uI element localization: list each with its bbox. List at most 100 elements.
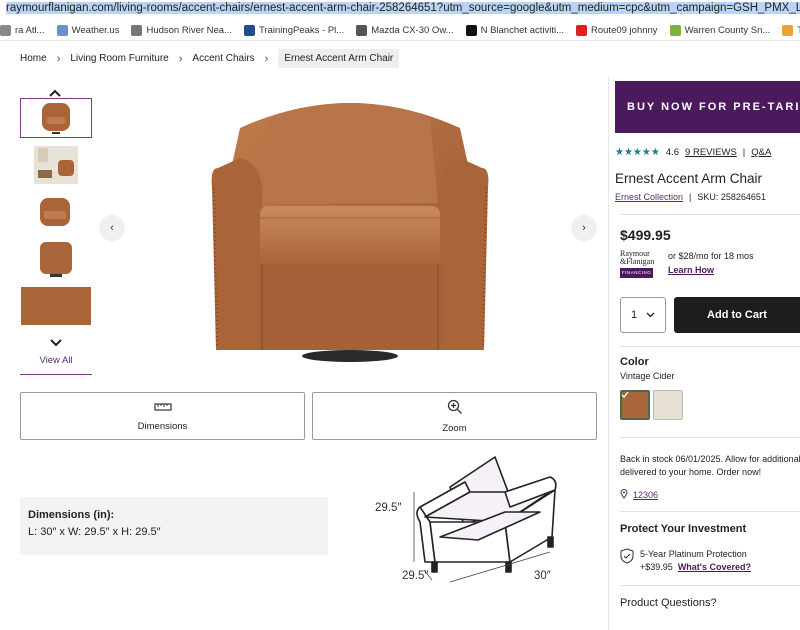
collection-link[interactable]: Ernest Collection [615, 192, 683, 202]
bookmark-label: ra Atl... [15, 25, 45, 36]
thumbnail-list [20, 98, 92, 353]
chevron-right-icon: › [178, 52, 183, 65]
bookmark-item[interactable]: N Blanchet activiti... [465, 25, 564, 36]
bookmark-item[interactable]: Warren County Sn... [669, 25, 771, 36]
promo-banner[interactable]: BUY NOW FOR PRE-TARIFF PRICES [615, 81, 800, 133]
bookmark-label: Hudson River Nea... [146, 25, 233, 36]
chevron-left-icon: ‹ [110, 222, 114, 234]
check-icon [621, 391, 629, 399]
globe-icon [0, 25, 11, 36]
divider: | [742, 147, 746, 158]
next-image-button[interactable]: › [571, 215, 597, 241]
bookmark-item[interactable]: Weather.us [56, 25, 119, 36]
bookmark-item[interactable]: Ticks in Warren C... [782, 25, 800, 36]
plan-price: +$39.95 [640, 562, 673, 572]
shield-check-icon [620, 548, 634, 574]
sku: SKU: 258264651 [697, 192, 766, 202]
quantity-select[interactable]: 1 [620, 297, 666, 333]
dimensions-title: Dimensions (in): [28, 509, 115, 521]
financing-row: Raymour &Flanigan FINANCING or $28/mo fo… [620, 249, 754, 278]
color-heading: Color [620, 356, 649, 368]
dimensions-value: L: 30″ x W: 29.5″ x H: 29.5″ [28, 526, 161, 538]
chevron-down-icon [646, 309, 655, 321]
thumbnail-back[interactable] [20, 239, 92, 279]
star-rating-icon: ★★★★★ [615, 147, 660, 158]
bookmark-item[interactable]: ra Atl... [0, 25, 45, 36]
stock-message: Back in stock 06/01/2025. Allow for addi… [620, 453, 800, 479]
color-value: Vintage Cider [620, 371, 675, 381]
chevron-right-icon: › [582, 222, 586, 234]
qa-link[interactable]: Q&A [751, 147, 771, 158]
breadcrumb: Home › Living Room Furniture › Accent Ch… [20, 49, 400, 68]
product-title: Ernest Accent Arm Chair [615, 171, 763, 186]
quantity-value: 1 [631, 309, 638, 321]
protection-plan[interactable]: 5-Year Platinum Protection +$39.95 What'… [620, 548, 751, 574]
plan-name: 5-Year Platinum Protection [640, 549, 747, 559]
leather-swatch-image [21, 287, 91, 325]
rating-value: 4.6 [665, 147, 680, 158]
chevron-right-icon: › [264, 52, 269, 65]
url-bar[interactable]: raymourflanigan.com/living-rooms/accent-… [0, 0, 800, 18]
add-to-cart-button[interactable]: Add to Cart [674, 297, 800, 333]
bookmark-item[interactable]: Route09 johnny [576, 25, 658, 36]
thumbnail-front[interactable] [20, 98, 92, 138]
learn-how-link[interactable]: Learn How [668, 263, 754, 277]
chair-thumbnail-image [42, 103, 70, 134]
trainingpeaks-icon [244, 25, 256, 36]
main-product-image [211, 103, 489, 362]
bookmark-label: TrainingPeaks - Pl... [259, 25, 345, 36]
chevron-right-icon: › [56, 52, 61, 65]
product-info-column [608, 76, 800, 630]
divider: | [689, 192, 692, 202]
bookmark-label: Mazda CX-30 Ow... [371, 25, 454, 36]
mazda-icon [356, 25, 368, 36]
bookmark-item[interactable]: Hudson River Nea... [131, 25, 232, 36]
width-label: 30″ [534, 570, 551, 582]
breadcrumb-home[interactable]: Home [20, 53, 47, 64]
location-pin-icon [620, 489, 628, 501]
stock-line-1: Back in stock 06/01/2025. Allow for addi… [620, 454, 800, 464]
financing-logo-bottom: &Flanigan [620, 257, 655, 266]
swatch-vintage-cider[interactable] [620, 390, 650, 420]
section-divider [620, 214, 800, 215]
price: $499.95 [620, 227, 671, 243]
thumbnail-room[interactable] [20, 145, 92, 185]
thumbnail-angle[interactable] [20, 192, 92, 232]
swatch-alternate[interactable] [653, 390, 683, 420]
financing-logo: Raymour &Flanigan FINANCING [620, 250, 660, 278]
breadcrumb-accent-chairs[interactable]: Accent Chairs [192, 53, 254, 64]
breadcrumb-living-room[interactable]: Living Room Furniture [70, 53, 168, 64]
view-all-link[interactable]: View All [20, 355, 92, 375]
dimensions-button[interactable]: Dimensions [20, 392, 305, 440]
zoom-button[interactable]: Zoom [312, 392, 597, 440]
financing-badge: FINANCING [620, 268, 654, 278]
thumbnail-swatch[interactable] [20, 286, 92, 326]
bookmark-item[interactable]: TrainingPeaks - Pl... [244, 25, 344, 36]
bookmark-icon [782, 25, 794, 36]
zoom-in-icon [447, 399, 463, 418]
whats-covered-link[interactable]: What's Covered? [678, 562, 751, 572]
bookmark-label: Warren County Sn... [684, 25, 771, 36]
chair-dimension-diagram [413, 456, 557, 583]
breadcrumb-current: Ernest Accent Arm Chair [278, 49, 400, 68]
depth-label: 29.5″ [402, 570, 429, 582]
dimensions-panel: Dimensions (in): L: 30″ x W: 29.5″ x H: … [20, 497, 328, 555]
previous-image-button[interactable]: ‹ [99, 215, 125, 241]
bookmark-item[interactable]: Mazda CX-30 Ow... [356, 25, 454, 36]
collection-row: Ernest Collection | SKU: 258264651 [615, 192, 766, 202]
zip-link[interactable]: 12306 [633, 490, 658, 500]
financing-text: or $28/mo for 18 mos [668, 251, 754, 261]
weather-icon [56, 25, 68, 36]
bookmark-icon [131, 25, 143, 36]
dimensions-label: Dimensions [137, 420, 188, 432]
room-thumbnail-image [34, 146, 78, 184]
chevron-up-icon[interactable] [49, 89, 61, 97]
zoom-label: Zoom [442, 422, 467, 434]
product-questions[interactable]: Product Questions? [620, 597, 717, 609]
reviews-link[interactable]: 9 REVIEWS [685, 147, 737, 158]
section-divider [620, 585, 800, 586]
section-divider [620, 346, 800, 347]
zip-row: 12306 [620, 489, 658, 501]
bookmark-label: Route09 johnny [591, 25, 658, 36]
chevron-down-icon[interactable] [20, 333, 92, 353]
